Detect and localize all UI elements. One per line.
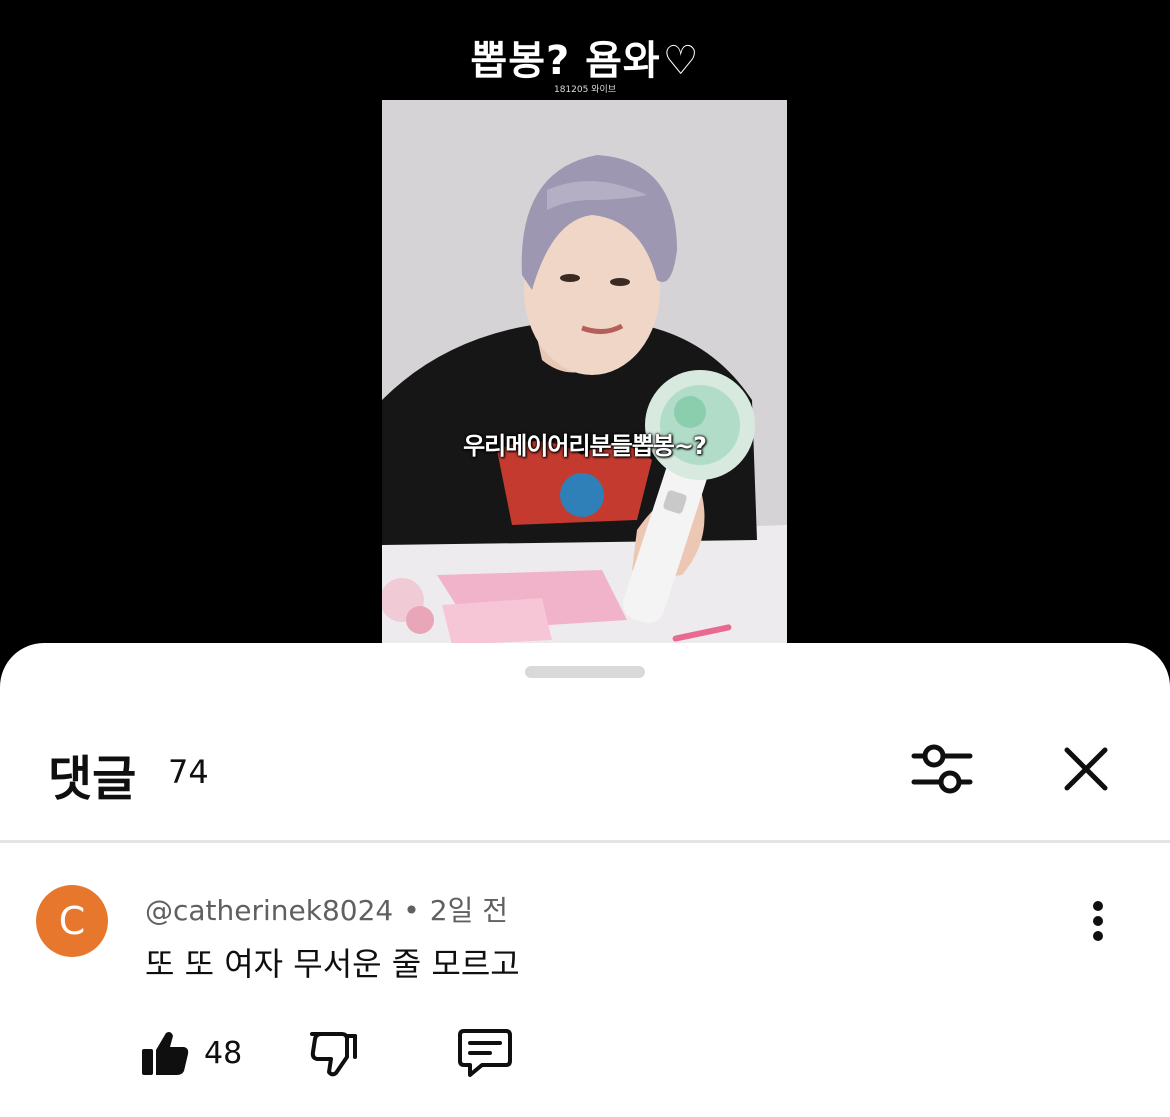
- comment-time: 2일 전: [429, 894, 509, 927]
- video-frame: 우리메이어리분들뽑봉~?: [382, 100, 787, 645]
- sheet-header: 댓글 74: [0, 733, 1170, 813]
- sheet-title: 댓글: [48, 751, 137, 807]
- comment-author[interactable]: @catherinek8024: [145, 894, 393, 927]
- like-button[interactable]: 48: [140, 1021, 242, 1085]
- comment-actions: 48: [0, 1021, 1170, 1085]
- video-caption: 우리메이어리분들뽑봉~?: [463, 432, 707, 460]
- video-subtitle: 181205 와이브: [553, 85, 617, 95]
- video-title-overlay: 뽑봉? 욤와♡: [0, 28, 1170, 86]
- dislike-button[interactable]: [308, 1021, 358, 1085]
- avatar[interactable]: C: [36, 885, 108, 957]
- close-button[interactable]: [1050, 733, 1122, 805]
- comment-item: C @catherinek8024 • 2일 전 또 또 여자 무서운 줄 모르고 …: [0, 843, 1170, 1117]
- thumbs-down-icon: [310, 1032, 357, 1077]
- comment-icon: [458, 1029, 512, 1077]
- more-vertical-icon: [1093, 901, 1103, 941]
- reply-button[interactable]: [456, 1021, 514, 1085]
- comment-text: 또 또 여자 무서운 줄 모르고: [145, 945, 520, 983]
- drag-handle[interactable]: [525, 666, 645, 678]
- comments-sheet: 댓글 74 C @catherinek8024 • 2일 전 또 또 여자 무서운 …: [0, 643, 1170, 1117]
- video-player[interactable]: 뽑봉? 욤와♡ 181205 와이브 우리메이어리분들뽑봉~?: [0, 0, 1170, 660]
- separator-dot: •: [403, 894, 420, 927]
- sort-filter-button[interactable]: [906, 733, 978, 805]
- heart-icon: ♡: [662, 38, 700, 84]
- video-title-text: 뽑봉? 욤와: [470, 38, 661, 84]
- like-count: 48: [204, 1035, 243, 1071]
- comment-more-button[interactable]: [1070, 889, 1126, 953]
- thumbs-up-icon: [142, 1032, 189, 1075]
- sliders-icon: [911, 744, 973, 794]
- comment-count: 74: [168, 753, 209, 791]
- close-icon: [1064, 747, 1108, 791]
- comment-meta: @catherinek8024 • 2일 전: [145, 889, 508, 929]
- video-still-image: [382, 100, 787, 645]
